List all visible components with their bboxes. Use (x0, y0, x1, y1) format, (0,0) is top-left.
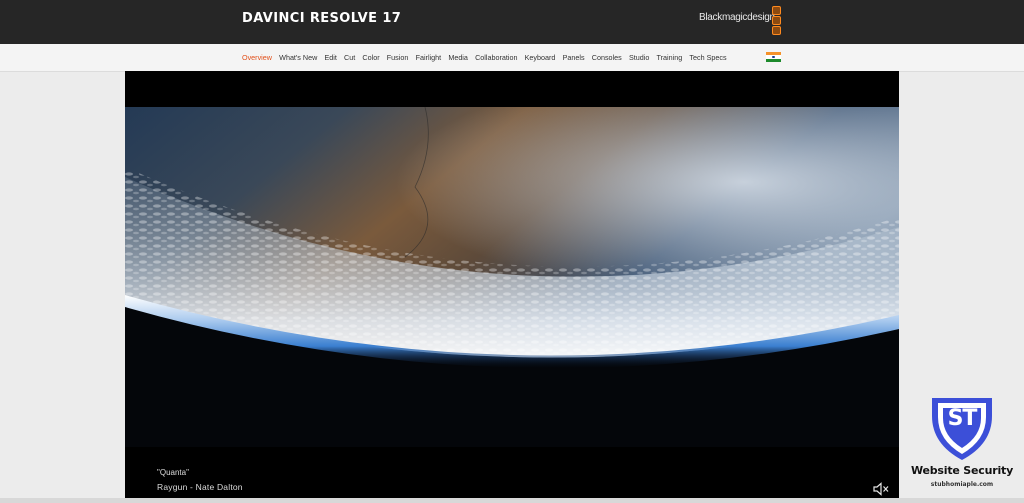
website-security-badge[interactable]: ST Website Security stubhomiaple.com (910, 392, 1014, 496)
speaker-muted-icon[interactable] (873, 482, 889, 496)
subnav-item-edit[interactable]: Edit (324, 53, 336, 62)
video-caption-title: "Quanta" (157, 468, 189, 477)
india-flag-icon[interactable] (766, 52, 781, 62)
subnav-item-training[interactable]: Training (657, 53, 683, 62)
badge-url: stubhomiaple.com (930, 481, 994, 488)
subnav-item-cut[interactable]: Cut (344, 53, 355, 62)
subnav-item-fusion[interactable]: Fusion (387, 53, 409, 62)
product-subnav: Overview What's New Edit Cut Color Fusion Fair… (0, 44, 1024, 72)
subnav-item-overview[interactable]: Overview (242, 53, 272, 62)
subnav-item-panels[interactable]: Panels (563, 53, 585, 62)
subnav-item-color[interactable]: Color (362, 53, 379, 62)
subnav-item-keyboard[interactable]: Keyboard (525, 53, 556, 62)
subnav-item-fairlight[interactable]: Fairlight (416, 53, 442, 62)
brand-wordmark: Blackmagicdesign (699, 12, 775, 23)
subnav-item-collaboration[interactable]: Collaboration (475, 53, 517, 62)
subnav-item-media[interactable]: Media (448, 53, 468, 62)
product-title[interactable]: DAVINCI RESOLVE 17 (242, 11, 401, 26)
subnav-item-consoles[interactable]: Consoles (592, 53, 622, 62)
page-bottom-bar (0, 498, 1024, 503)
top-header: DAVINCI RESOLVE 17 Blackmagicdesign (0, 0, 1024, 44)
hero-video[interactable]: "Quanta" Raygun - Nate Dalton (125, 71, 899, 503)
subnav-item-tech-specs[interactable]: Tech Specs (689, 53, 726, 62)
badge-title: Website Security (910, 464, 1014, 477)
subnav-list: Overview What's New Edit Cut Color Fusion Fair… (242, 53, 734, 62)
badge-logo-text: ST (947, 406, 978, 431)
earth-from-space-image (125, 107, 899, 447)
subnav-item-what-s-new[interactable]: What's New (279, 53, 317, 62)
subnav-item-studio[interactable]: Studio (629, 53, 649, 62)
video-caption-credit: Raygun - Nate Dalton (157, 482, 243, 492)
brand-squares-icon (772, 6, 781, 35)
